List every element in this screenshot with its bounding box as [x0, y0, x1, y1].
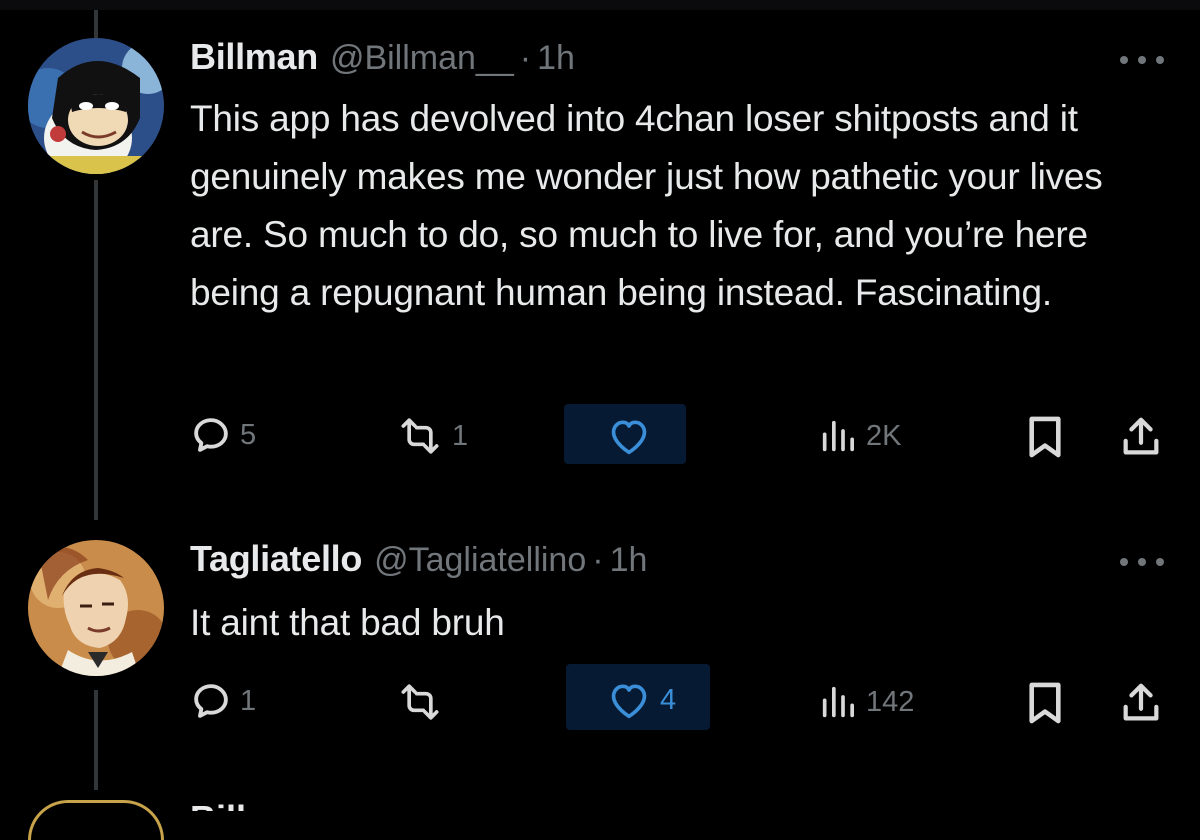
reply-button[interactable]: 5: [190, 414, 256, 456]
tweet-text: It aint that bad bruh: [190, 602, 505, 643]
thread-line-top: [94, 10, 98, 38]
thread-line-billman: [94, 180, 98, 520]
like-button[interactable]: [606, 416, 660, 456]
repost-count: 1: [452, 419, 469, 452]
handle[interactable]: @Tagliatellino: [374, 541, 586, 580]
views-count: 2K: [866, 419, 902, 452]
thread-line-tagliatello: [94, 690, 98, 790]
top-edge: [0, 0, 1200, 10]
share-icon: [1123, 417, 1159, 455]
painted-portrait-avatar-icon: [28, 540, 164, 676]
share-button[interactable]: [1118, 414, 1164, 460]
bookmark-icon: [1029, 682, 1061, 724]
reply-count: 5: [240, 418, 257, 451]
next-tweet-name[interactable]: Bill: [190, 798, 246, 811]
reply-button[interactable]: 1: [190, 680, 256, 722]
bookmark-button[interactable]: [1026, 414, 1064, 460]
avatar-billman[interactable]: [28, 38, 164, 174]
display-name[interactable]: Billman: [190, 36, 318, 78]
more-icon[interactable]: [1120, 552, 1164, 572]
repost-icon: [401, 418, 439, 454]
share-icon: [1123, 683, 1159, 721]
separator-dot: ·: [519, 39, 532, 77]
avatar-next-tweet[interactable]: [28, 800, 164, 840]
views-icon: [822, 420, 854, 452]
display-name[interactable]: Tagliatello: [190, 538, 362, 580]
like-icon: [611, 684, 647, 719]
repost-button[interactable]: [396, 682, 452, 722]
repost-button[interactable]: 1: [396, 416, 468, 456]
handle[interactable]: @Billman__: [330, 39, 514, 78]
like-icon: [611, 420, 647, 455]
like-button[interactable]: 4: [606, 680, 676, 720]
more-icon[interactable]: [1120, 50, 1164, 70]
bookmark-icon: [1029, 416, 1061, 458]
timestamp[interactable]: 1h: [610, 541, 648, 580]
reply-count: 1: [240, 684, 257, 717]
repost-icon: [401, 684, 439, 720]
share-button[interactable]: [1118, 680, 1164, 726]
views-button[interactable]: 142: [818, 682, 914, 722]
avatar-tagliatello[interactable]: [28, 540, 164, 676]
space-ghost-avatar-icon: [28, 38, 164, 174]
separator-dot: ·: [592, 541, 604, 579]
tweet-header: Billman @Billman__ · 1h: [190, 36, 575, 86]
tweet-text: This app has devolved into 4chan loser s…: [190, 98, 1103, 313]
timestamp[interactable]: 1h: [537, 39, 575, 78]
reply-icon: [194, 418, 228, 452]
like-count: 4: [660, 683, 677, 716]
views-button[interactable]: 2K: [818, 416, 901, 456]
views-count: 142: [866, 685, 915, 718]
bookmark-button[interactable]: [1026, 680, 1064, 726]
reply-icon: [194, 684, 228, 718]
views-icon: [822, 686, 854, 718]
tweet-header: Tagliatello @Tagliatellino · 1h: [190, 538, 647, 588]
